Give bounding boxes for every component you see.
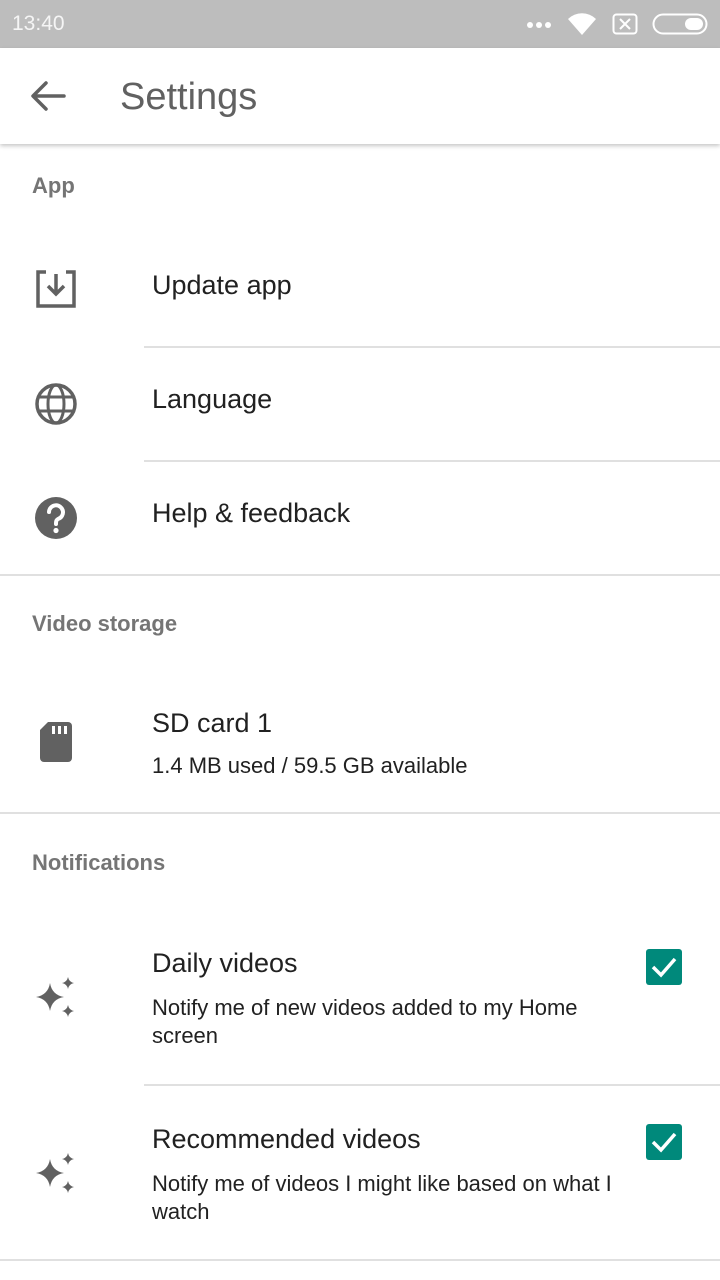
help-icon	[35, 497, 77, 539]
storage-usage-text: 1.4 MB used / 59.5 GB available	[152, 753, 468, 778]
item-description: Notify me of videos I might like based o…	[152, 1171, 612, 1224]
status-icons	[526, 10, 708, 38]
arrow-back-icon[interactable]	[28, 78, 68, 114]
no-sim-icon	[612, 13, 638, 35]
battery-icon	[652, 13, 708, 35]
wifi-icon	[568, 13, 596, 35]
sparkle-icon	[36, 977, 74, 1017]
settings-item-update-app[interactable]: Update app	[0, 234, 720, 346]
page-title: Settings	[120, 76, 258, 118]
app-bar: Settings	[0, 48, 720, 144]
status-time: 13:40	[12, 12, 65, 35]
item-label: Recommended videos	[152, 1124, 421, 1154]
item-description: Notify me of new videos added to my Home…	[152, 995, 578, 1048]
section-divider	[0, 1259, 720, 1261]
divider	[144, 1084, 720, 1086]
item-label: SD card 1	[152, 708, 273, 738]
download-icon	[36, 270, 76, 308]
checkmark-icon	[651, 1132, 677, 1153]
settings-item-daily-videos[interactable]: Daily videos Notify me of new videos add…	[0, 930, 720, 1084]
checkmark-icon	[651, 957, 677, 978]
more-dots-icon	[527, 22, 551, 28]
recommended-videos-checkbox[interactable]	[646, 1124, 682, 1160]
item-label: Update app	[152, 270, 292, 300]
settings-item-help-feedback[interactable]: Help & feedback	[0, 462, 720, 574]
section-divider	[0, 812, 720, 814]
section-header-notifications: Notifications	[32, 850, 166, 875]
settings-item-language[interactable]: Language	[0, 348, 720, 460]
settings-item-sd-card[interactable]: SD card 1 1.4 MB used / 59.5 GB availabl…	[0, 680, 720, 812]
item-label: Help & feedback	[152, 498, 351, 528]
item-label: Language	[152, 384, 273, 414]
daily-videos-checkbox[interactable]	[646, 949, 682, 985]
section-header-video-storage: Video storage	[32, 611, 178, 636]
status-bar: 13:40	[0, 0, 720, 48]
globe-icon	[35, 383, 77, 425]
section-header-app: App	[32, 173, 75, 198]
sparkle-icon	[36, 1153, 74, 1193]
sd-card-icon	[40, 722, 72, 762]
item-label: Daily videos	[152, 948, 298, 978]
settings-item-recommended-videos[interactable]: Recommended videos Notify me of videos I…	[0, 1106, 720, 1260]
section-divider	[0, 574, 720, 576]
